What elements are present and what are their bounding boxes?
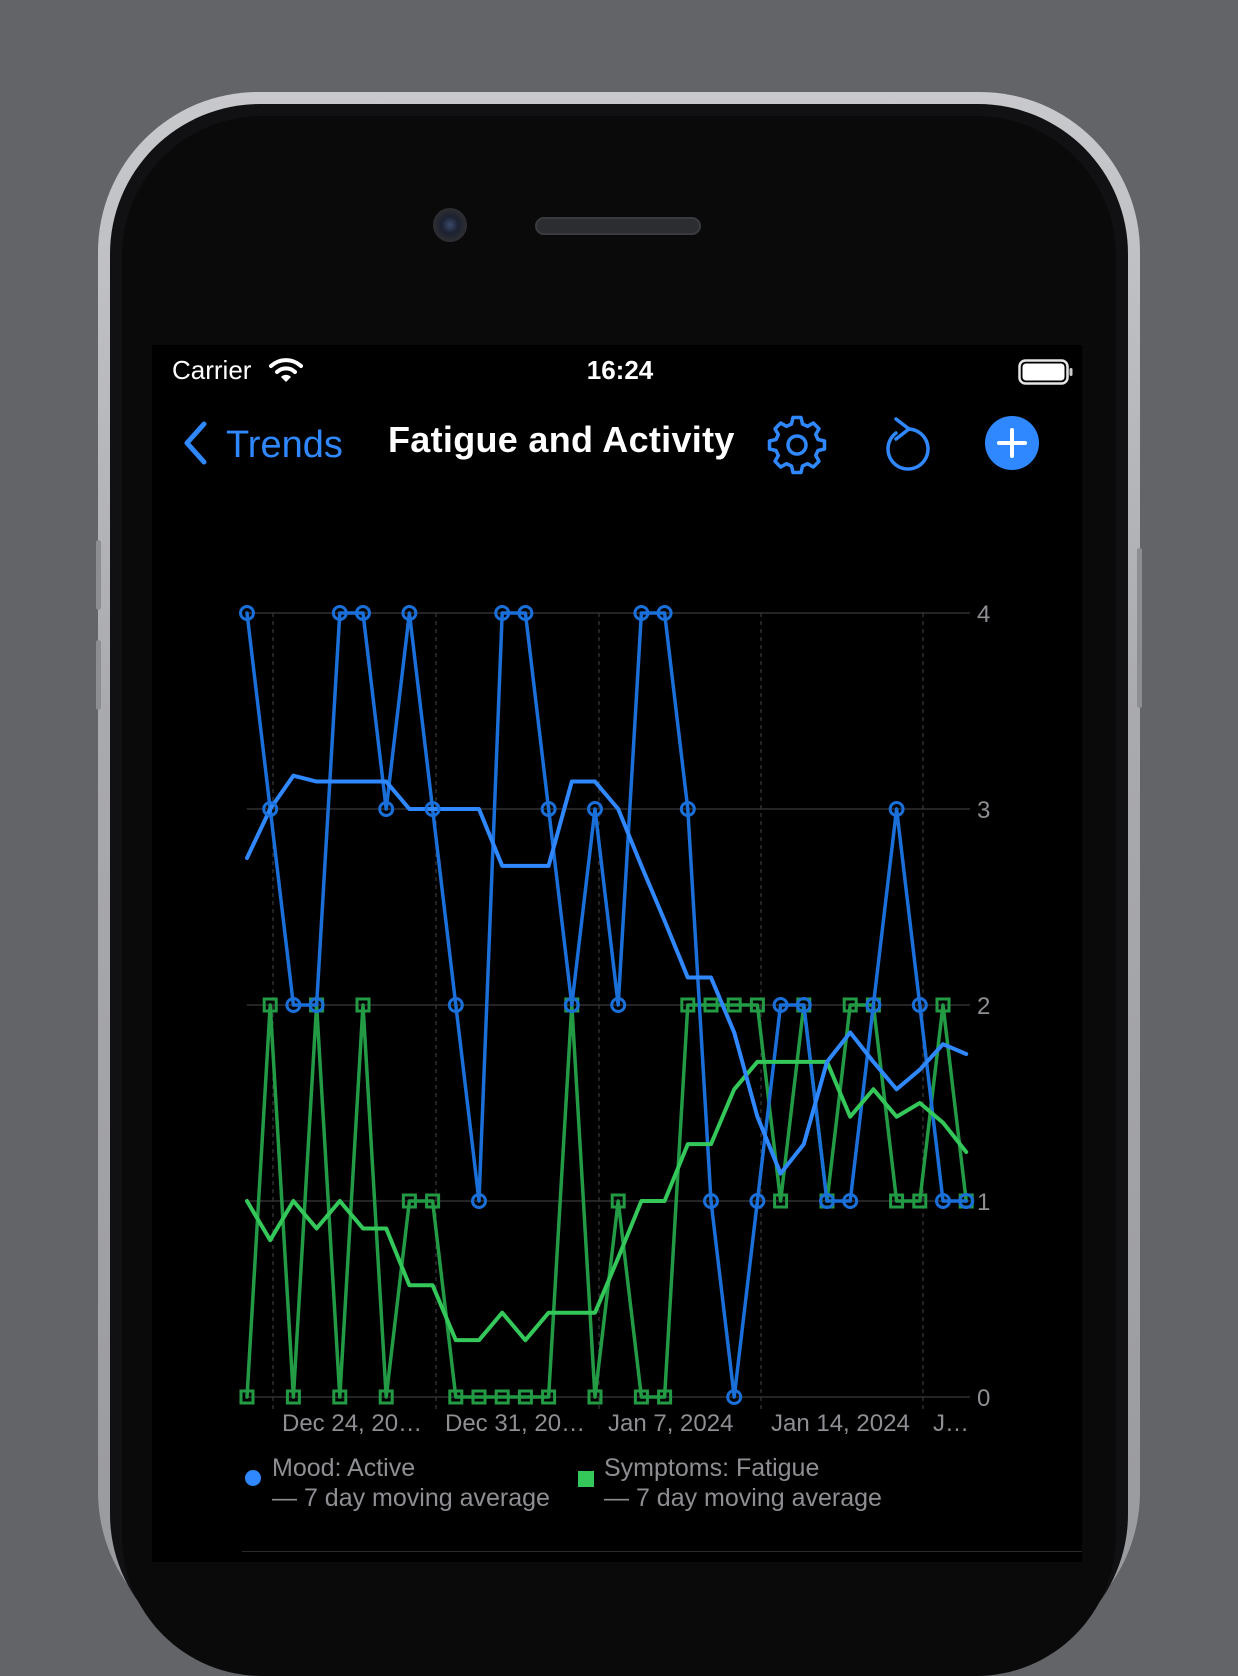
legend-mood-name: Mood: Active xyxy=(272,1454,416,1482)
navigation-bar: Trends Fatigue and Activity xyxy=(152,401,1082,489)
back-button[interactable]: Trends xyxy=(182,417,343,473)
screen: Carrier 16:24 Trends Fatigue and Activit… xyxy=(152,345,1082,1562)
side-button-left-1 xyxy=(96,540,101,610)
legend-mood-subtitle: — 7 day moving average xyxy=(272,1484,550,1512)
page-title: Fatigue and Activity xyxy=(388,419,735,460)
plus-circle-icon xyxy=(984,416,1040,475)
back-button-label: Trends xyxy=(226,423,343,466)
arrow-counterclockwise-icon xyxy=(878,417,934,479)
chart-legend: Mood: Active — 7 day moving average Symp… xyxy=(244,1453,1044,1517)
earpiece-speaker xyxy=(535,217,701,235)
legend-square-icon xyxy=(578,1465,594,1513)
side-button-left-2 xyxy=(96,640,101,710)
chevron-left-icon xyxy=(182,421,208,470)
gear-icon xyxy=(767,415,827,479)
y-tick-label: 3 xyxy=(977,797,990,824)
trend-chart: 0 1 2 3 4 Dec 24, 20… Dec 31, 20… Jan 7, 2024 Ja… xyxy=(152,575,1082,1515)
settings-button[interactable] xyxy=(767,415,827,475)
front-camera xyxy=(433,208,467,242)
y-tick-label: 2 xyxy=(977,993,990,1020)
add-button[interactable] xyxy=(984,415,1040,471)
x-tick-label: Dec 31, 20… xyxy=(445,1410,585,1437)
legend-symptoms-subtitle: — 7 day moving average xyxy=(604,1484,882,1512)
legend-symptoms-name: Symptoms: Fatigue xyxy=(604,1454,820,1482)
side-button-right xyxy=(1137,548,1142,708)
line-chart: 0 1 2 3 4 Dec 24, 20… Dec 31, 20… Jan 7, 2024 Ja… xyxy=(239,601,990,1437)
status-bar: Carrier 16:24 xyxy=(152,345,1082,401)
legend-item-symptoms: Symptoms: Fatigue — 7 day moving average xyxy=(578,1453,882,1513)
y-tick-label: 0 xyxy=(977,1385,990,1412)
x-tick-label: J… xyxy=(933,1410,969,1437)
y-tick-label: 4 xyxy=(977,601,990,628)
y-tick-label: 1 xyxy=(977,1189,990,1216)
legend-item-mood: Mood: Active — 7 day moving average xyxy=(244,1453,550,1513)
status-time: 16:24 xyxy=(586,355,654,385)
reset-button[interactable] xyxy=(878,415,934,475)
battery-icon xyxy=(1018,359,1074,390)
x-tick-label: Jan 7, 2024 xyxy=(608,1410,733,1437)
legend-circle-icon xyxy=(244,1465,262,1513)
bottom-divider xyxy=(242,1551,1082,1552)
x-tick-label: Dec 24, 20… xyxy=(282,1410,422,1437)
x-tick-label: Jan 14, 2024 xyxy=(771,1410,910,1437)
